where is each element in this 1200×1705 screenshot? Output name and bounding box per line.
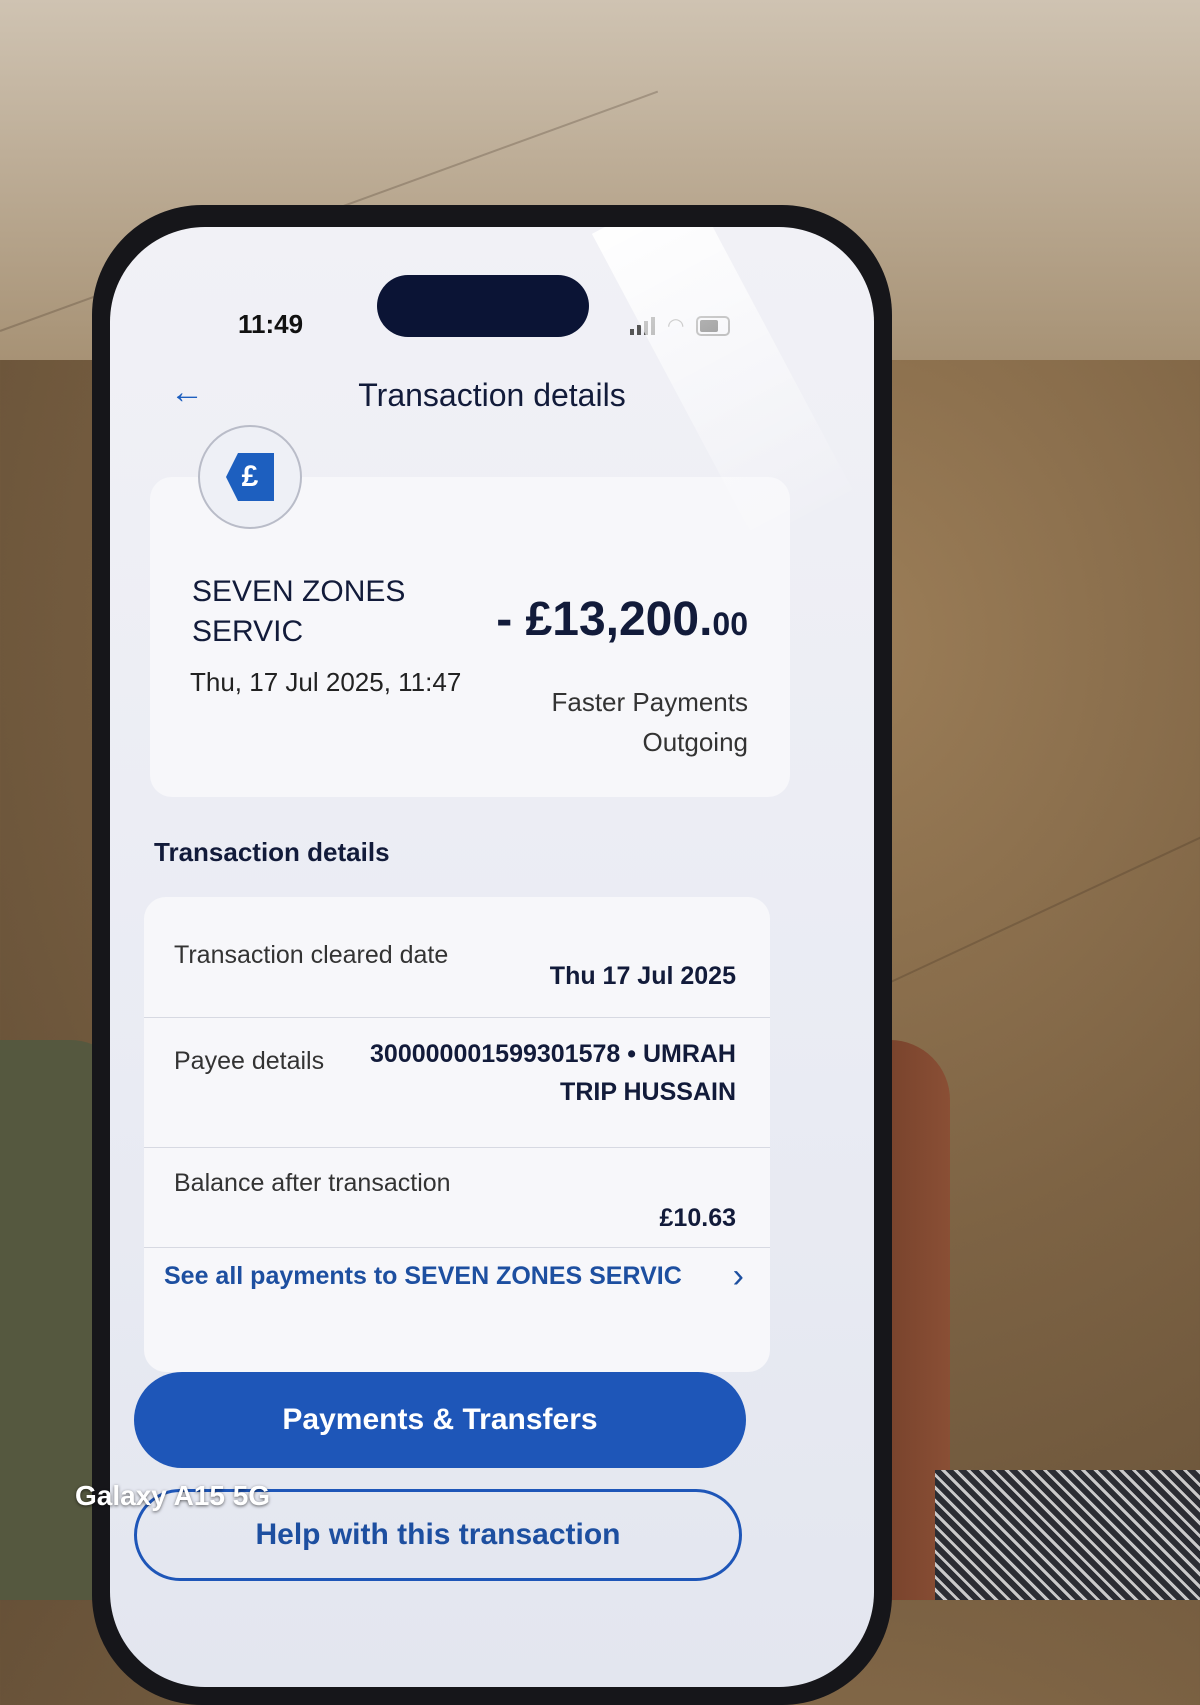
payments-transfers-button[interactable]: Payments & Transfers — [134, 1372, 746, 1468]
detail-row-balance: Balance after transaction £10.63 — [144, 1147, 770, 1248]
payee-logo: £ — [198, 425, 302, 529]
status-icons: ◠ — [630, 313, 731, 338]
section-heading: Transaction details — [154, 837, 390, 867]
detail-row-payee-details: Payee details 300000001599301578 • UMRAH… — [144, 1017, 770, 1148]
detail-label: Balance after transaction — [174, 1169, 451, 1197]
floor-tile-line — [849, 831, 1200, 1002]
amount-main: - £13,200. — [496, 593, 713, 646]
battery-icon — [696, 315, 731, 336]
transaction-amount: - £13,200.00 — [496, 592, 748, 647]
detail-label: Payee details — [174, 1047, 325, 1075]
signal-icon — [630, 316, 655, 335]
detail-value: £10.63 — [659, 1204, 736, 1232]
detail-label: Transaction cleared date — [174, 941, 449, 969]
detail-value: Thu 17 Jul 2025 — [549, 962, 736, 990]
dynamic-island — [377, 275, 589, 337]
payee-name: SEVEN ZONES SERVIC — [192, 575, 406, 648]
detail-row-cleared-date: Transaction cleared date Thu 17 Jul 2025 — [144, 917, 770, 1018]
pound-transfer-icon: £ — [226, 453, 274, 501]
transaction-date: Thu, 17 Jul 2025, 11:47 — [190, 667, 462, 697]
payment-type: Faster Payments Outgoing — [551, 687, 748, 757]
page-title: Transaction details — [358, 377, 626, 413]
amount-pence: 00 — [712, 606, 748, 642]
chevron-right-icon[interactable]: › — [733, 1257, 744, 1296]
detail-value: 300000001599301578 • UMRAH TRIP HUSSAIN — [370, 1040, 736, 1106]
fabric — [935, 1470, 1200, 1600]
status-time: 11:49 — [238, 309, 304, 339]
see-all-payments-link[interactable]: See all payments to SEVEN ZONES SERVIC — [164, 1262, 682, 1291]
phone-screen: 11:49 ◠ ← Transaction details £ SEVEN ZO… — [110, 227, 874, 1687]
camera-watermark: Galaxy A15 5G — [75, 1480, 271, 1511]
wifi-icon: ◠ — [667, 315, 685, 337]
